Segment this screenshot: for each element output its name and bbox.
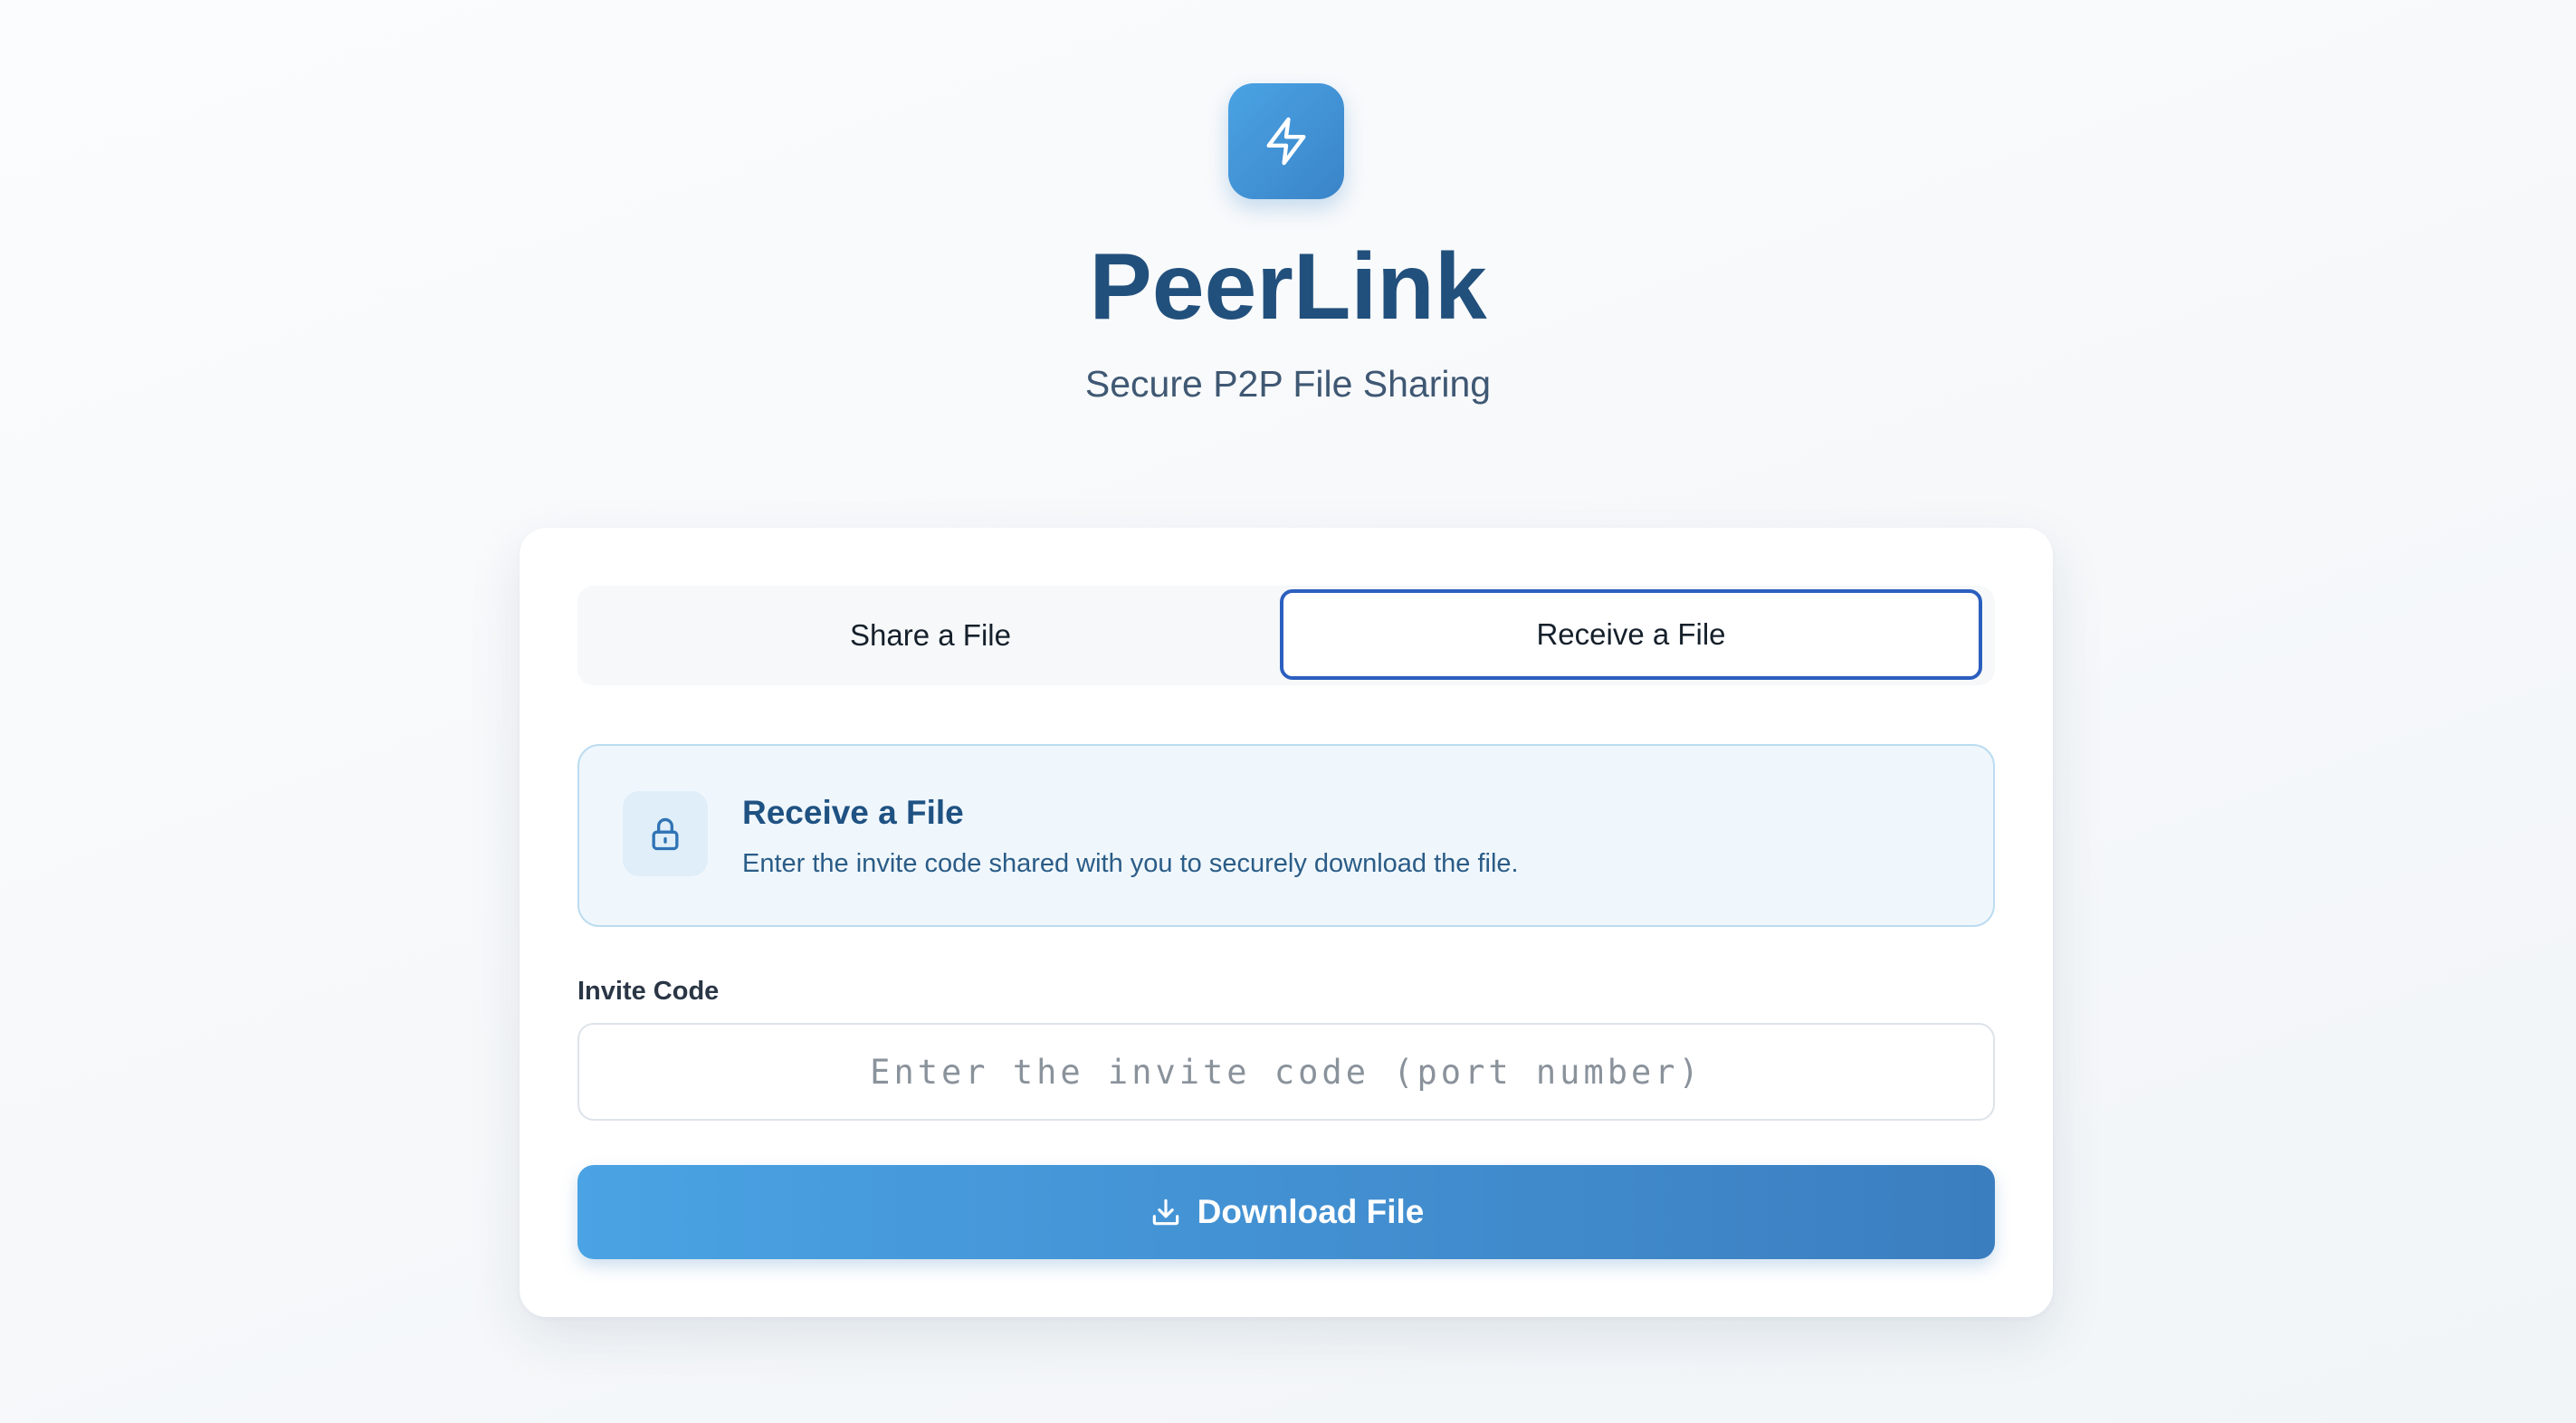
invite-code-input[interactable] xyxy=(577,1023,1995,1121)
lock-icon xyxy=(652,817,679,851)
app-title: PeerLink xyxy=(1089,234,1487,339)
main-card: Share a File Receive a File Receive a Fi… xyxy=(520,528,2053,1317)
info-icon-tile xyxy=(623,791,708,876)
info-description: Enter the invite code shared with you to… xyxy=(742,849,1519,878)
download-button-label: Download File xyxy=(1197,1193,1425,1230)
invite-code-label: Invite Code xyxy=(577,977,720,1006)
app-subtitle: Secure P2P File Sharing xyxy=(1084,363,1492,405)
download-icon xyxy=(1149,1195,1183,1229)
mode-tabs: Share a File Receive a File xyxy=(577,586,1995,685)
info-title: Receive a File xyxy=(742,794,964,831)
download-file-button[interactable]: Download File xyxy=(577,1165,1995,1259)
tab-share-file[interactable]: Share a File xyxy=(577,586,1283,685)
app-logo xyxy=(1228,83,1344,199)
lightning-bolt-icon xyxy=(1266,117,1306,166)
receive-info-box: Receive a File Enter the invite code sha… xyxy=(577,744,1995,927)
tab-receive-file[interactable]: Receive a File xyxy=(1280,589,1982,680)
